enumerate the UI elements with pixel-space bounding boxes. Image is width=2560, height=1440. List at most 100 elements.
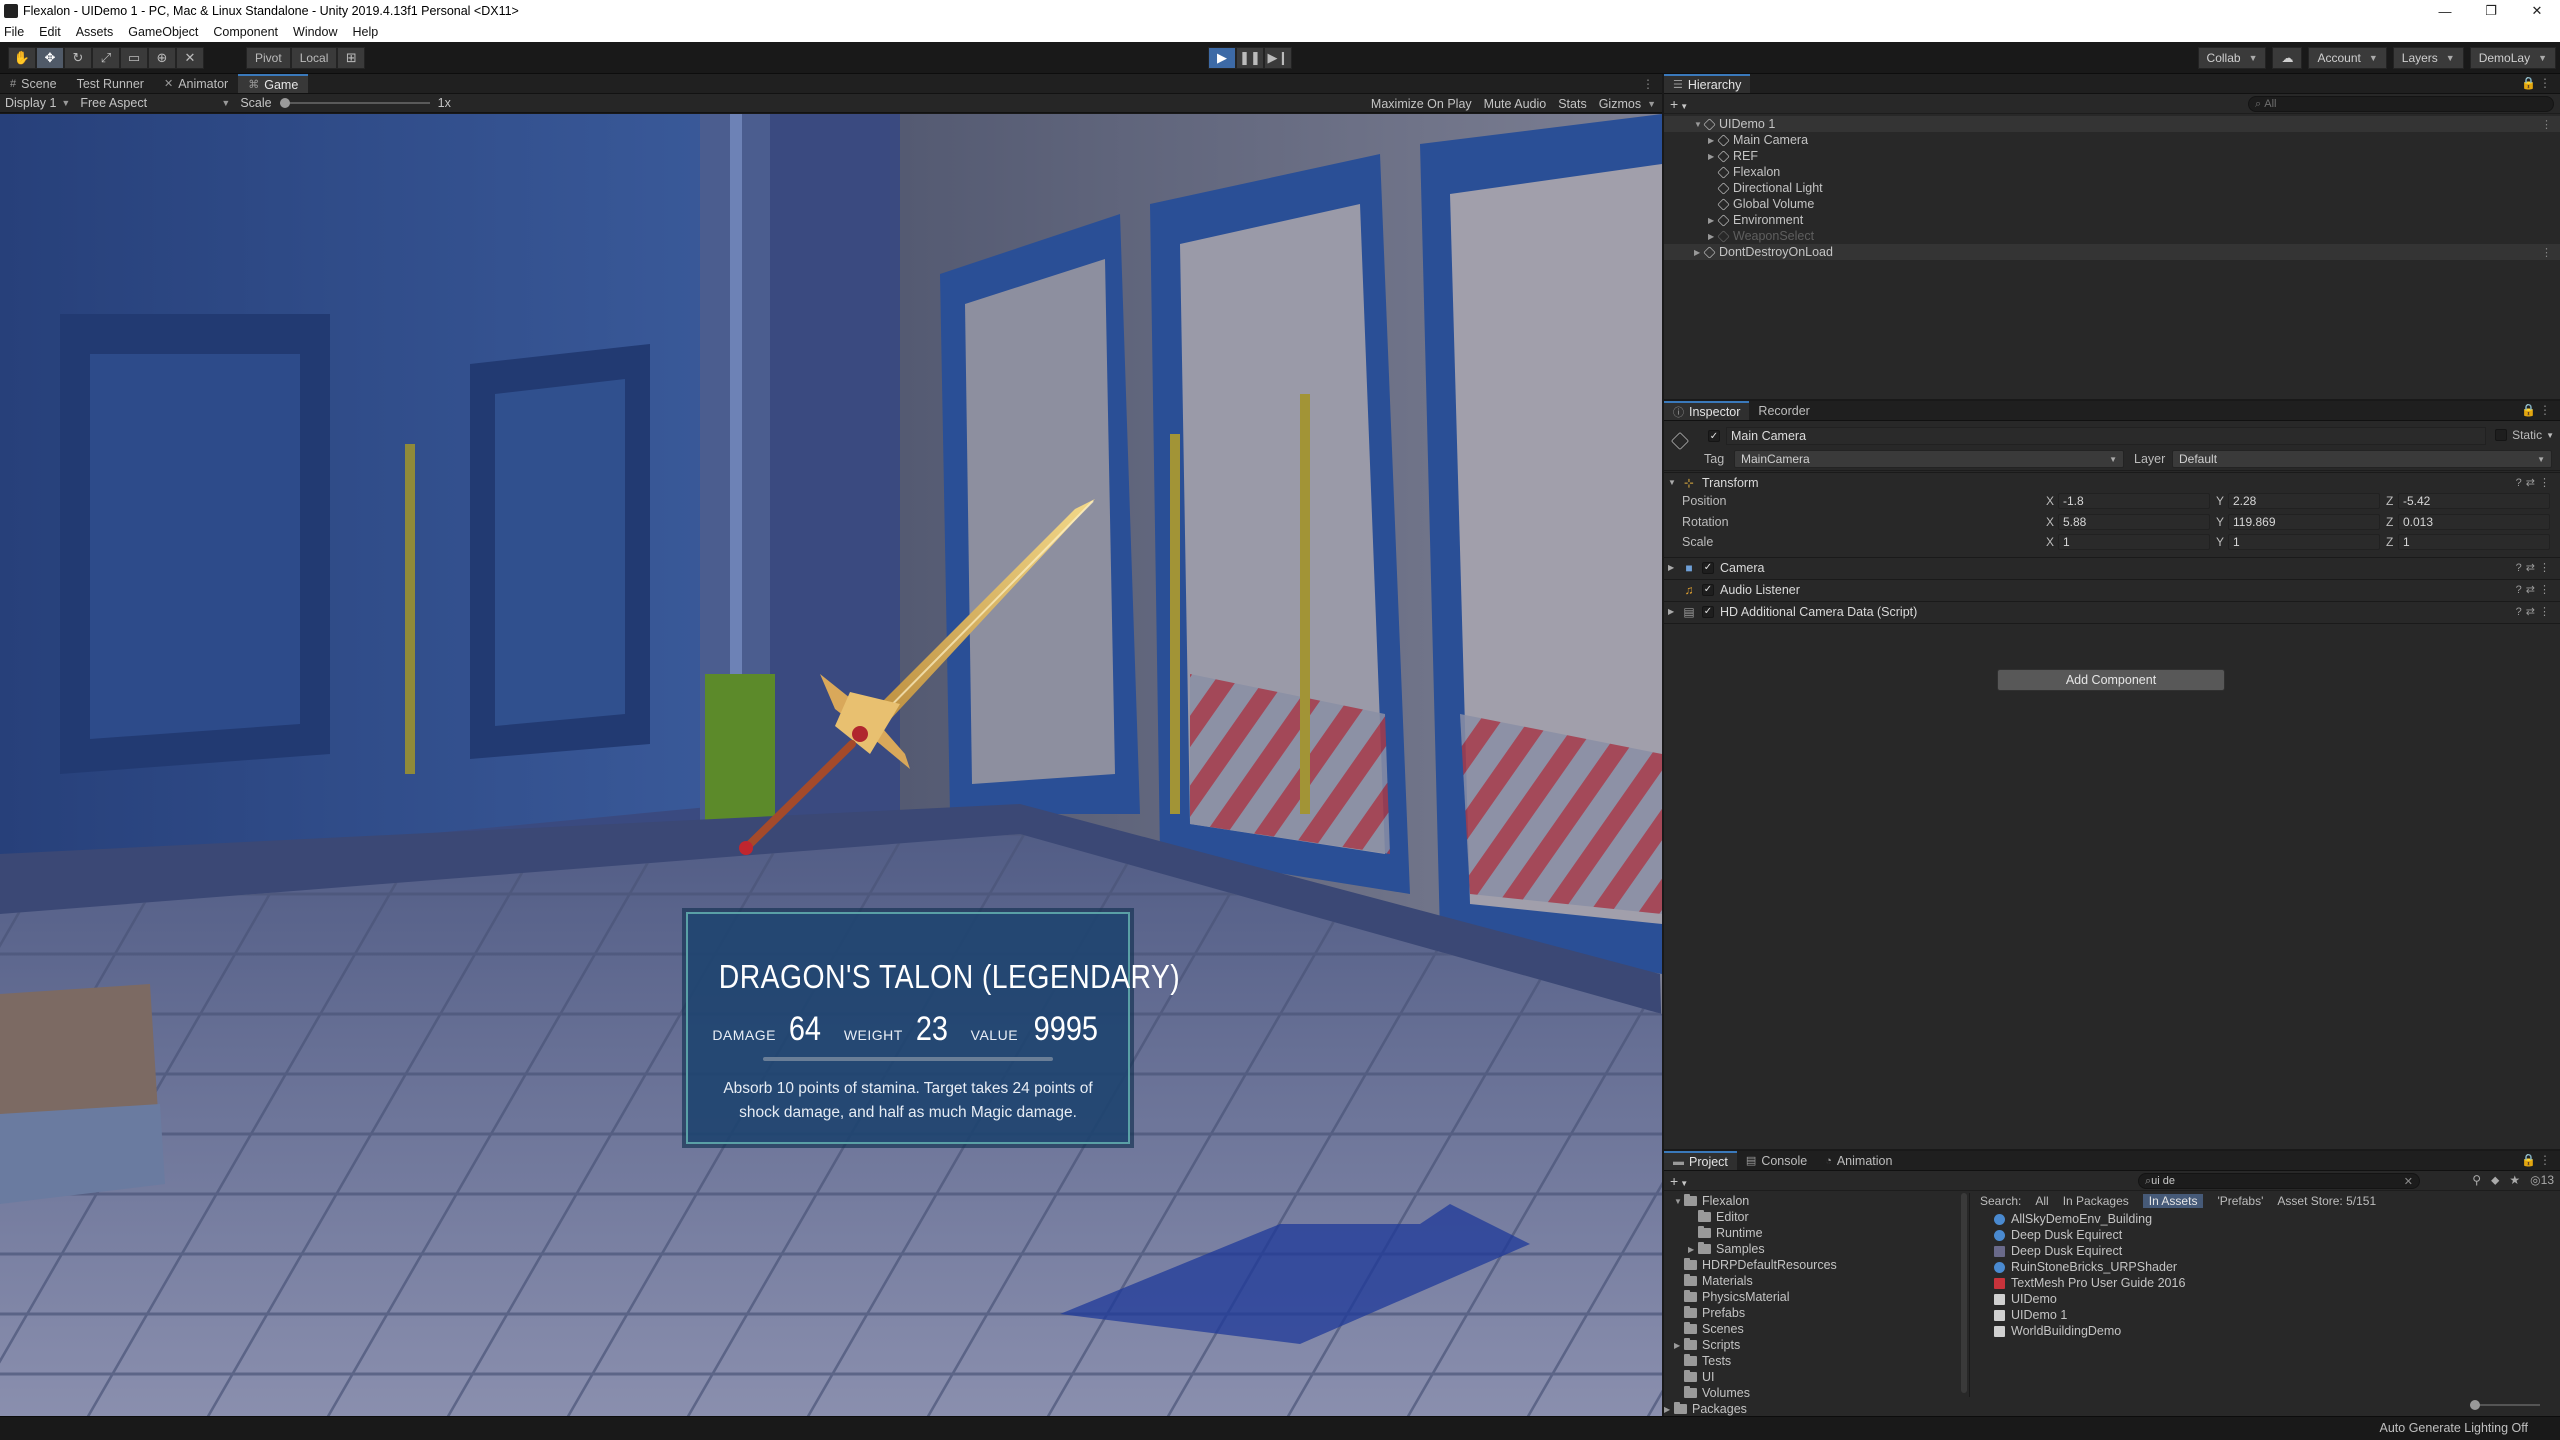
tag-dropdown[interactable]: MainCamera ▼: [1734, 450, 2124, 468]
pivot-toggle[interactable]: Pivot: [246, 47, 291, 69]
step-button[interactable]: ▶❙: [1264, 47, 1292, 69]
hidden-packages-icon[interactable]: ◎: [2530, 1173, 2540, 1188]
camera-enabled-checkbox[interactable]: ✓: [1702, 561, 1714, 574]
fold-arrow-icon[interactable]: ▼: [1668, 478, 1682, 487]
asset-item[interactable]: UIDemo: [1994, 1291, 2554, 1307]
tab-game[interactable]: ⌘ Game: [238, 74, 309, 93]
fold-arrow-icon[interactable]: ▶: [1668, 607, 1682, 616]
scale-x-field[interactable]: 1: [2058, 534, 2210, 550]
tab-hierarchy[interactable]: ☰ Hierarchy: [1664, 74, 1751, 93]
hierarchy-item-directional-light[interactable]: Directional Light: [1664, 180, 2560, 196]
aspect-dropdown[interactable]: Free Aspect ▼: [75, 96, 235, 110]
folder-scenes[interactable]: Scenes: [1664, 1321, 1969, 1337]
folder-editor[interactable]: Editor: [1664, 1209, 1969, 1225]
audio-listener-component-header[interactable]: ♫ ✓ Audio Listener ?⇄⋮: [1664, 579, 2560, 599]
pause-button[interactable]: ❚❚: [1236, 47, 1264, 69]
scale-y[interactable]: Y1: [2216, 534, 2380, 550]
expand-arrow-icon[interactable]: ▼: [1674, 1197, 1684, 1206]
folder-materials[interactable]: Materials: [1664, 1273, 1969, 1289]
transform-component-header[interactable]: ▼ ⊹ Transform ?⇄⋮: [1664, 472, 2560, 492]
position-z[interactable]: Z -5.42: [2386, 493, 2550, 509]
rotation-x[interactable]: X 5.88: [2046, 514, 2210, 530]
object-name-field[interactable]: Main Camera: [1726, 427, 2486, 445]
folder-tree-scrollbar[interactable]: [1961, 1193, 1967, 1393]
rotation-x-field[interactable]: 5.88: [2058, 514, 2210, 530]
asset-item[interactable]: AllSkyDemoEnv_Building: [1994, 1211, 2554, 1227]
folder-tests[interactable]: Tests: [1664, 1353, 1969, 1369]
folder-ui[interactable]: UI: [1664, 1369, 1969, 1385]
scope-prefabs[interactable]: 'Prefabs': [2217, 1194, 2263, 1208]
project-search-input[interactable]: ⌕ ui de ✕: [2138, 1173, 2420, 1189]
scale-y-field[interactable]: 1: [2228, 534, 2380, 550]
scale-slider-handle[interactable]: [279, 98, 290, 108]
tab-inspector[interactable]: ⓘ Inspector: [1664, 401, 1750, 420]
create-dropdown[interactable]: + ▼: [1670, 1173, 1688, 1189]
hierarchy-dontdestroy-row[interactable]: ▶ DontDestroyOnLoad ⋮: [1664, 244, 2560, 260]
folder-physicsmaterial[interactable]: PhysicsMaterial: [1664, 1289, 1969, 1305]
tab-animator[interactable]: ✕ Animator: [154, 74, 238, 93]
scope-asset-store[interactable]: Asset Store: 5/151: [2277, 1194, 2376, 1208]
add-component-button[interactable]: Add Component: [1997, 669, 2225, 691]
asset-item[interactable]: Deep Dusk Equirect: [1994, 1227, 2554, 1243]
folder-samples[interactable]: ▶ Samples: [1664, 1241, 1969, 1257]
component-buttons-icon[interactable]: ?⇄⋮: [2516, 605, 2554, 618]
layout-dropdown[interactable]: DemoLay ▼: [2469, 47, 2556, 69]
static-toggle[interactable]: Static ▼: [2495, 428, 2554, 442]
close-icon[interactable]: ✕: [2514, 0, 2560, 22]
mute-audio-toggle[interactable]: Mute Audio: [1484, 97, 1547, 111]
maximize-on-play-toggle[interactable]: Maximize On Play: [1371, 97, 1472, 111]
component-buttons-icon[interactable]: ?⇄⋮: [2516, 476, 2554, 489]
active-checkbox[interactable]: ✓: [1708, 430, 1720, 442]
scope-all[interactable]: All: [2035, 1194, 2048, 1208]
gizmos-dropdown[interactable]: Gizmos: [1599, 97, 1641, 111]
favorite-star-icon[interactable]: ★: [2509, 1173, 2520, 1188]
menu-help[interactable]: Help: [352, 25, 378, 39]
layer-dropdown[interactable]: Default ▼: [2172, 450, 2552, 468]
position-x[interactable]: X -1.8: [2046, 493, 2210, 509]
filter-label-icon[interactable]: ⬥: [2491, 1173, 2499, 1188]
asset-item[interactable]: RuinStoneBricks_URPShader: [1994, 1259, 2554, 1275]
menu-window[interactable]: Window: [293, 25, 337, 39]
rotation-y-field[interactable]: 119.869: [2228, 514, 2380, 530]
hd-camera-data-component-header[interactable]: ▶ ▤ ✓ HD Additional Camera Data (Script)…: [1664, 601, 2560, 621]
position-x-field[interactable]: -1.8: [2058, 493, 2210, 509]
camera-component-header[interactable]: ▶ ■ ✓ Camera ?⇄⋮: [1664, 557, 2560, 577]
custom-tool-icon[interactable]: ✕: [176, 47, 204, 69]
position-z-field[interactable]: -5.42: [2398, 493, 2550, 509]
scale-x[interactable]: X1: [2046, 534, 2210, 550]
hierarchy-item-flexalon[interactable]: Flexalon: [1664, 164, 2560, 180]
panel-lock-menu-icon[interactable]: 🔒⋮: [2521, 403, 2554, 417]
grid-snap-icon[interactable]: ⊞: [337, 47, 366, 69]
hierarchy-item-weaponselect[interactable]: ▶ WeaponSelect: [1664, 228, 2560, 244]
tab-animation[interactable]: ◔ Animation: [1816, 1151, 1901, 1170]
maximize-icon[interactable]: ❐: [2468, 0, 2514, 22]
hierarchy-search-input[interactable]: ⌕ All: [2248, 96, 2554, 112]
menu-component[interactable]: Component: [213, 25, 278, 39]
rotation-z[interactable]: Z 0.013: [2386, 514, 2550, 530]
menu-file[interactable]: File: [4, 25, 24, 39]
asset-item[interactable]: TextMesh Pro User Guide 2016: [1994, 1275, 2554, 1291]
folder-flexalon[interactable]: ▼ Flexalon: [1664, 1193, 1969, 1209]
scope-in-packages[interactable]: In Packages: [2063, 1194, 2129, 1208]
component-buttons-icon[interactable]: ?⇄⋮: [2516, 561, 2554, 574]
panel-lock-menu-icon[interactable]: 🔒⋮: [2521, 1153, 2554, 1167]
tab-recorder[interactable]: Recorder: [1749, 401, 1818, 420]
local-toggle[interactable]: Local: [290, 47, 338, 69]
folder-volumes[interactable]: Volumes: [1664, 1385, 1969, 1401]
account-dropdown[interactable]: Account ▼: [2308, 47, 2387, 69]
icon-size-slider[interactable]: [2470, 1400, 2540, 1410]
tab-project[interactable]: ▬ Project: [1664, 1151, 1737, 1170]
layers-dropdown[interactable]: Layers ▼: [2392, 47, 2464, 69]
fold-arrow-icon[interactable]: ▶: [1668, 563, 1682, 572]
asset-item[interactable]: UIDemo 1: [1994, 1307, 2554, 1323]
rotate-tool-icon[interactable]: ↻: [64, 47, 92, 69]
hierarchy-scene-row[interactable]: ▼ UIDemo 1 ⋮: [1664, 116, 2560, 132]
position-y-field[interactable]: 2.28: [2228, 493, 2380, 509]
position-y[interactable]: Y 2.28: [2216, 493, 2380, 509]
stats-toggle[interactable]: Stats: [1558, 97, 1587, 111]
panel-lock-menu-icon[interactable]: 🔒⋮: [2521, 76, 2554, 90]
folder-prefabs[interactable]: Prefabs: [1664, 1305, 1969, 1321]
panel-menu-icon[interactable]: ⋮: [1642, 77, 1654, 91]
rotation-z-field[interactable]: 0.013: [2398, 514, 2550, 530]
tab-console[interactable]: ▤ Console: [1737, 1151, 1816, 1170]
